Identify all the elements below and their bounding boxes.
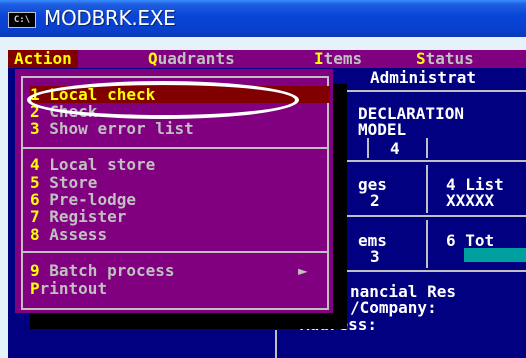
- console-icon[interactable]: C:\: [8, 12, 36, 28]
- submenu-arrow-icon: ►: [298, 261, 308, 280]
- dropdown-shadow: [30, 313, 333, 329]
- divider: [340, 215, 526, 217]
- menu-bar: Action Quadrants Items Status: [8, 50, 526, 68]
- list-value: XXXXX: [446, 191, 495, 210]
- window-title: MODBRK.EXE: [44, 6, 176, 30]
- divider: [340, 160, 526, 162]
- packages-value: 2: [370, 191, 380, 210]
- menu-item-printout[interactable]: Printout: [30, 280, 326, 297]
- company-label: /Company:: [350, 298, 437, 317]
- divider: [426, 138, 428, 158]
- menu-item-show-error-list[interactable]: 3 Show error list: [30, 120, 326, 137]
- items-value: 3: [370, 247, 380, 266]
- menu-item-local-store[interactable]: 4 Local store: [30, 156, 326, 173]
- model-value: 4: [390, 139, 400, 158]
- dropdown-shadow: [333, 84, 347, 329]
- divider: [426, 220, 428, 268]
- divider: [367, 138, 369, 158]
- divider: [426, 165, 428, 213]
- divider: [340, 90, 526, 92]
- menu-status[interactable]: Status: [416, 50, 474, 68]
- model-label: MODEL: [358, 120, 407, 139]
- window-title-bar[interactable]: C:\ MODBRK.EXE: [0, 0, 526, 37]
- menu-item-register[interactable]: 7 Register: [30, 208, 326, 225]
- total-field[interactable]: [464, 248, 526, 262]
- menu-item-pre-lodge[interactable]: 6 Pre-lodge: [30, 191, 326, 208]
- administration-label: Administrat: [370, 68, 476, 87]
- menu-action[interactable]: Action: [8, 50, 78, 68]
- menu-items[interactable]: Items: [314, 50, 362, 68]
- highlight-ellipse: [27, 81, 299, 119]
- menu-separator: [21, 147, 329, 149]
- divider: [340, 270, 526, 272]
- menu-quadrants[interactable]: Quadrants: [148, 50, 235, 68]
- menu-separator: [21, 251, 329, 253]
- menu-item-batch-process[interactable]: 9 Batch process ►: [30, 262, 326, 279]
- divider: [275, 330, 277, 358]
- total-label: 6 Tot: [446, 231, 495, 250]
- menu-item-assess[interactable]: 8 Assess: [30, 226, 326, 243]
- menu-item-store[interactable]: 5 Store: [30, 174, 326, 191]
